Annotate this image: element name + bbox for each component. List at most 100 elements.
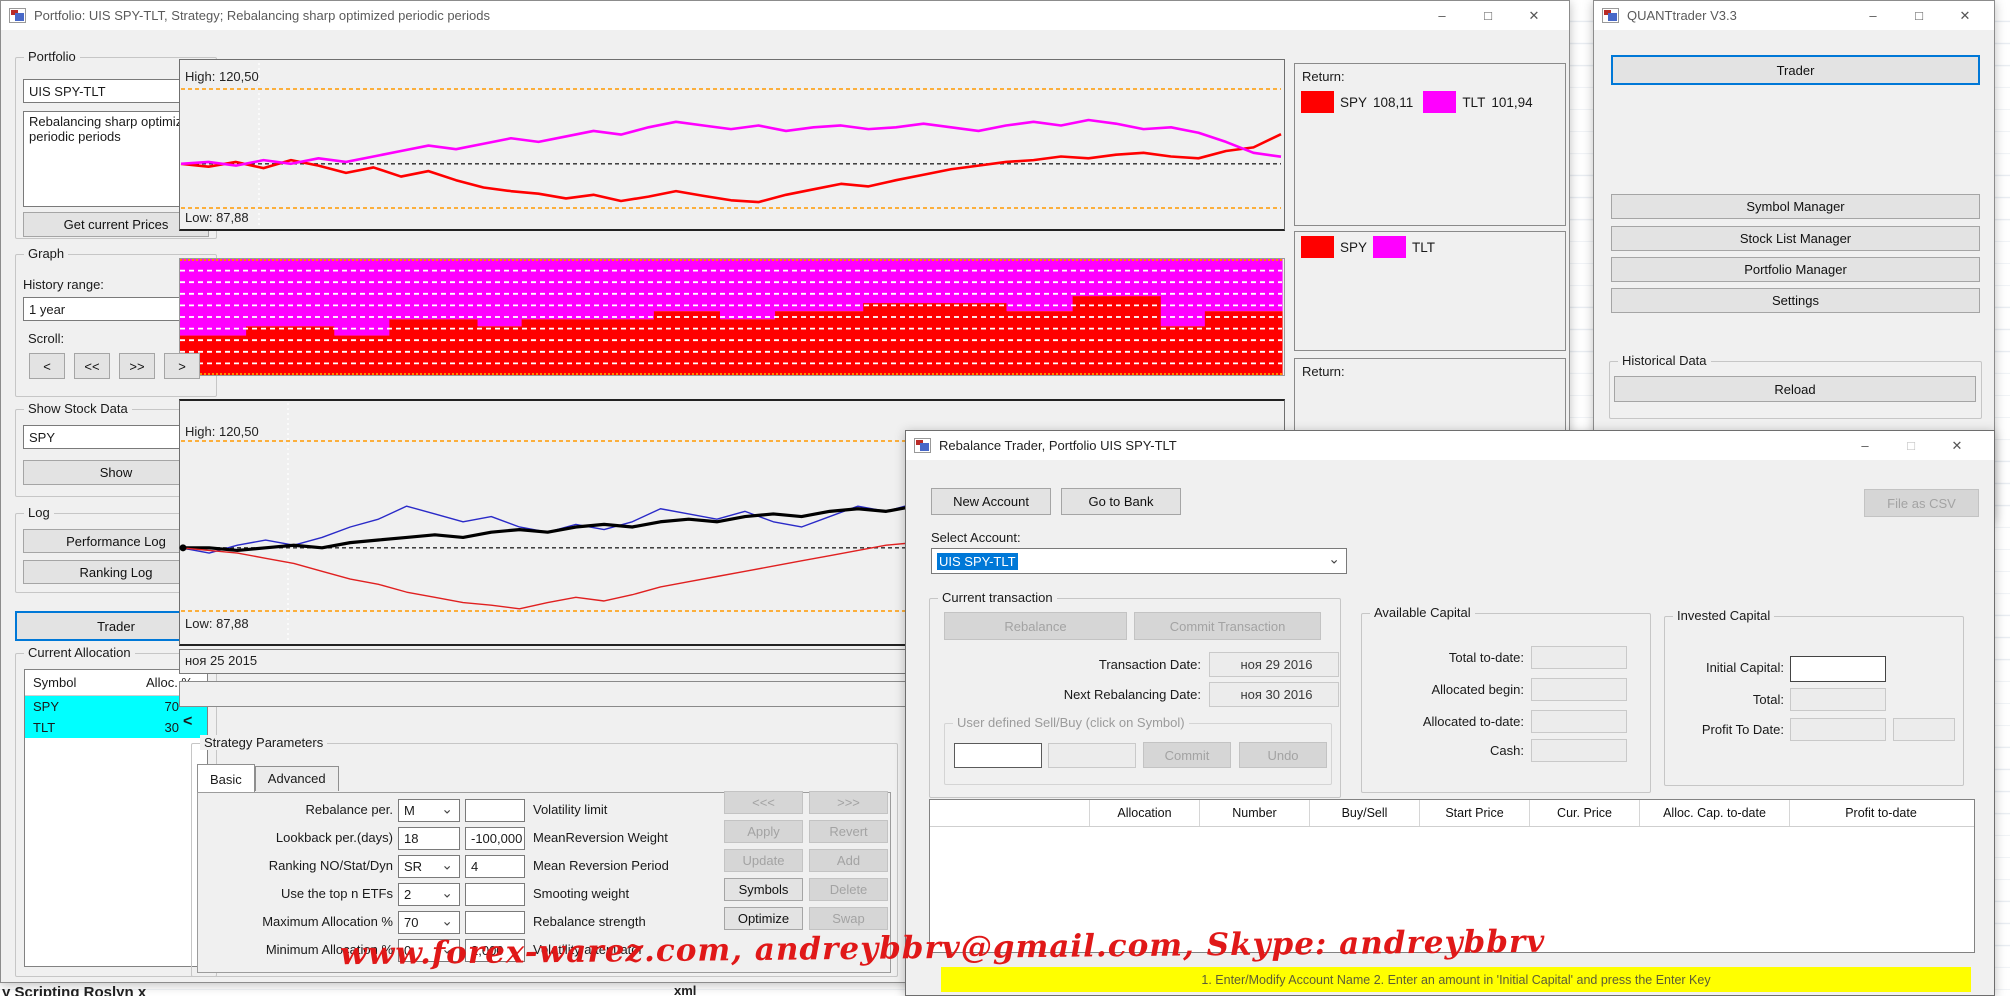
apply-button[interactable]: Apply [724, 820, 803, 843]
scroll-fast-forward-button[interactable]: >> [119, 353, 155, 379]
legend-swatch-tlt [1373, 236, 1407, 258]
allocation-header-symbol: Symbol [33, 675, 77, 690]
param-label: Maximum Allocation % [262, 914, 393, 929]
tab-basic[interactable]: Basic [197, 764, 255, 792]
current-transaction-label: Current transaction [938, 590, 1057, 605]
select-account-combo[interactable]: UIS SPY-TLT ⌄ [931, 548, 1347, 574]
portfolio-manager-button[interactable]: Portfolio Manager [1611, 257, 1980, 282]
tab-advanced[interactable]: Advanced [254, 766, 339, 791]
scroll-label: Scroll: [28, 331, 65, 346]
maximize-icon[interactable]: □ [1896, 8, 1942, 23]
initial-capital-input[interactable] [1790, 656, 1886, 682]
column-header-number[interactable]: Number [1200, 800, 1310, 826]
param-input-2[interactable] [465, 799, 525, 822]
allocation-value: 30 [164, 720, 179, 735]
update-button[interactable]: Update [724, 849, 803, 872]
settings-button[interactable]: Settings [1611, 288, 1980, 313]
reload-button[interactable]: Reload [1614, 376, 1976, 402]
param-input-2[interactable] [465, 911, 525, 934]
dialog-titlebar: Rebalance Trader, Portfolio UIS SPY-TLT … [906, 431, 1994, 460]
next-set-button[interactable]: >>> [809, 791, 888, 814]
transaction-date-field: ноя 29 2016 [1209, 652, 1339, 677]
delete-button[interactable]: Delete [809, 878, 888, 901]
param-input-2[interactable]: 4 [465, 855, 525, 878]
dialog-status-bar: 1. Enter/Modify Account Name 2. Enter an… [941, 967, 1971, 992]
optimize-button[interactable]: Optimize [724, 907, 803, 930]
allocation-band-plot [180, 259, 1283, 375]
maximize-icon[interactable]: □ [1465, 8, 1511, 23]
commit-button[interactable]: Commit [1143, 742, 1231, 768]
prev-set-button[interactable]: <<< [724, 791, 803, 814]
go-to-bank-button[interactable]: Go to Bank [1061, 488, 1181, 515]
scroll-fast-back-button[interactable]: << [74, 353, 110, 379]
available-capital-row-label: Allocated begin: [1431, 682, 1524, 697]
minimize-icon[interactable]: – [1842, 438, 1888, 453]
allocation-symbol: SPY [33, 699, 60, 714]
historical-data-label: Historical Data [1618, 353, 1711, 368]
symbol-manager-button[interactable]: Symbol Manager [1611, 194, 1980, 219]
show-stock-data-label: Show Stock Data [24, 401, 132, 416]
available-capital-row-label: Allocated to-date: [1422, 714, 1524, 729]
undo-button[interactable]: Undo [1239, 742, 1327, 768]
select-account-value: UIS SPY-TLT [937, 552, 1018, 570]
quant-trader-button[interactable]: Trader [1611, 55, 1980, 85]
available-capital-field [1531, 739, 1627, 762]
param-combo[interactable]: SR ⌄ [398, 855, 460, 878]
chart1-high-label: High: 120,50 [185, 69, 259, 84]
swap-button[interactable]: Swap [809, 907, 888, 930]
app-icon [1602, 8, 1619, 23]
chevron-down-icon: ⌄ [441, 799, 453, 816]
dialog-title: Rebalance Trader, Portfolio UIS SPY-TLT [939, 438, 1177, 453]
column-header-cur-price[interactable]: Cur. Price [1530, 800, 1640, 826]
invested-capital-row-label: Initial Capital: [1705, 660, 1784, 675]
allocation-table[interactable]: Symbol Alloc. % SPY 70 TLT 30 [24, 669, 208, 967]
maximize-icon[interactable]: □ [1888, 438, 1934, 453]
background-window-title: y Scripting Roslyn x [2, 984, 147, 996]
file-as-csv-button[interactable]: File as CSV [1864, 489, 1979, 517]
param-label: Use the top n ETFs [281, 886, 393, 901]
column-header-blank[interactable] [930, 800, 1090, 826]
revert-button[interactable]: Revert [809, 820, 888, 843]
param-combo-value: M [404, 803, 415, 818]
available-capital-label: Available Capital [1370, 605, 1475, 620]
param-combo[interactable]: 2 ⌄ [398, 883, 460, 906]
param-input-2[interactable] [465, 883, 525, 906]
commit-transaction-button[interactable]: Commit Transaction [1134, 612, 1321, 640]
allocation-row[interactable]: TLT 30 [25, 717, 207, 738]
quant-window-title: QUANTtrader V3.3 [1627, 8, 1737, 23]
symbols-legend-panel: SPY TLT [1294, 231, 1566, 351]
column-header-allocation[interactable]: Allocation [1090, 800, 1200, 826]
rebalance-button[interactable]: Rebalance [944, 612, 1127, 640]
profit-to-date-pct-field [1893, 718, 1955, 741]
new-account-button[interactable]: New Account [931, 488, 1051, 515]
sellbuy-symbol-input[interactable] [954, 743, 1042, 768]
return-legend-title: Return: [1302, 69, 1345, 84]
strategy-parameters-label: Strategy Parameters [200, 735, 328, 750]
scroll-forward-button[interactable]: > [164, 353, 200, 379]
close-icon[interactable]: ✕ [1934, 438, 1980, 454]
param-label-2: Volatility limit [533, 802, 608, 817]
param-label: Ranking NO/Stat/Dyn [268, 858, 393, 873]
param-combo[interactable]: M ⌄ [398, 799, 460, 822]
sellbuy-amount-input[interactable] [1048, 743, 1136, 768]
scroll-back-button[interactable]: < [29, 353, 65, 379]
param-input-2[interactable]: -100,000 [465, 827, 525, 850]
collapse-panel-arrow[interactable]: < [183, 713, 192, 731]
column-header-start-price[interactable]: Start Price [1420, 800, 1530, 826]
param-input[interactable]: 18 [398, 827, 460, 850]
stock-select-value: SPY [29, 429, 56, 445]
stock-list-manager-button[interactable]: Stock List Manager [1611, 226, 1980, 251]
minimize-icon[interactable]: – [1850, 8, 1896, 23]
column-header-alloc-cap-to-date[interactable]: Alloc. Cap. to-date [1640, 800, 1790, 826]
symbols-button[interactable]: Symbols [724, 878, 803, 901]
minimize-icon[interactable]: – [1419, 8, 1465, 23]
app-icon [914, 438, 931, 453]
column-header-profit-to-date[interactable]: Profit to-date [1790, 800, 1972, 826]
param-combo[interactable]: 70 ⌄ [398, 911, 460, 934]
add-button[interactable]: Add [809, 849, 888, 872]
column-header-buy-sell[interactable]: Buy/Sell [1310, 800, 1420, 826]
chevron-down-icon: ⌄ [1328, 550, 1340, 567]
close-icon[interactable]: ✕ [1511, 8, 1557, 24]
history-range-label: History range: [23, 277, 104, 292]
close-icon[interactable]: ✕ [1942, 8, 1988, 24]
